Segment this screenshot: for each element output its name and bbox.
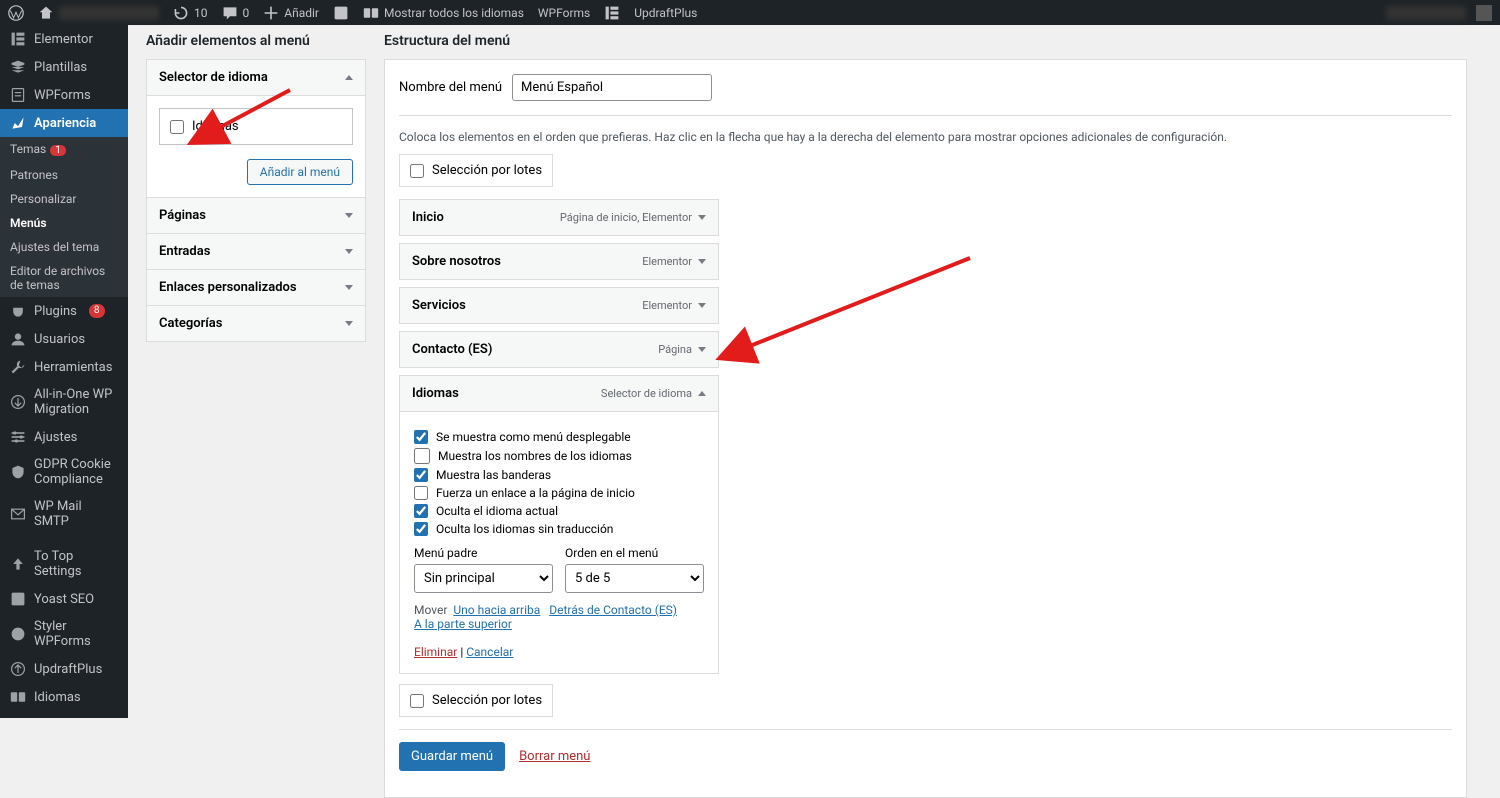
- content-area: Añadir elementos al menú Selector de idi…: [128, 25, 1485, 718]
- chk-show-names[interactable]: Muestra los nombres de los idiomas: [414, 448, 704, 464]
- bulk-checkbox[interactable]: [410, 164, 424, 178]
- orden-label: Orden en el menú: [565, 546, 704, 560]
- nav-plugins[interactable]: Plugins8: [0, 297, 128, 325]
- nav-litespeed[interactable]: LiteSpeed Cache: [0, 711, 128, 718]
- delete-menu-link[interactable]: Borrar menú: [519, 749, 590, 764]
- admin-sidebar: Elementor Plantillas WPForms Apariencia …: [0, 25, 128, 718]
- yoast-bar[interactable]: [333, 5, 349, 21]
- padre-label: Menú padre: [414, 546, 553, 560]
- sub-ajustes-tema[interactable]: Ajustes del tema: [0, 235, 128, 259]
- admin-bar: 10 0 Añadir Mostrar todos los idiomas WP…: [0, 0, 1500, 25]
- chk-dropdown[interactable]: Se muestra como menú desplegable: [414, 430, 704, 444]
- nav-styler[interactable]: Styler WPForms: [0, 613, 128, 655]
- caret-down-icon: [345, 249, 353, 254]
- nav-totop[interactable]: To Top Settings: [0, 543, 128, 585]
- accord-categorias[interactable]: Categorías: [146, 305, 366, 342]
- site-name[interactable]: [38, 5, 159, 21]
- sub-editor-archivos[interactable]: Editor de archivos de temas: [0, 259, 128, 297]
- menu-item-contacto[interactable]: Contacto (ES) Página: [399, 331, 719, 368]
- opt-idiomas-label: Idiomas: [192, 119, 239, 134]
- accord-paginas[interactable]: Páginas: [146, 197, 366, 234]
- updates[interactable]: 10: [173, 5, 208, 21]
- sub-patrones[interactable]: Patrones: [0, 163, 128, 187]
- accord-enlaces[interactable]: Enlaces personalizados: [146, 269, 366, 306]
- padre-select[interactable]: Sin principal: [414, 564, 553, 593]
- nav-herramientas[interactable]: Herramientas: [0, 353, 128, 381]
- caret-down-icon: [345, 321, 353, 326]
- opt-idiomas-checkbox[interactable]: [170, 120, 184, 134]
- caret-down-icon: [698, 303, 706, 308]
- caret-down-icon: [698, 259, 706, 264]
- nav-allinone[interactable]: All-in-One WP Migration: [0, 381, 128, 423]
- sub-menus[interactable]: Menús: [0, 211, 128, 235]
- save-button[interactable]: Guardar menú: [399, 742, 505, 771]
- cancel-item-link[interactable]: Cancelar: [466, 645, 513, 659]
- nav-ajustes[interactable]: Ajustes: [0, 423, 128, 451]
- menu-name-input[interactable]: [512, 74, 712, 101]
- apariencia-submenu: Temas1 Patrones Personalizar Menús Ajust…: [0, 137, 128, 297]
- menu-item-idiomas[interactable]: Idiomas Selector de idioma: [399, 375, 719, 412]
- structure-title: Estructura del menú: [384, 33, 1467, 49]
- bulk-select-top[interactable]: Selección por lotes: [399, 154, 553, 187]
- nav-gdpr[interactable]: GDPR Cookie Compliance: [0, 451, 128, 493]
- menu-name-label: Nombre del menú: [399, 80, 502, 95]
- accord-label: Selector de idioma: [159, 70, 268, 85]
- save-bar: Guardar menú Borrar menú: [399, 729, 1452, 783]
- nav-wpmailsmtp[interactable]: WP Mail SMTP: [0, 493, 128, 535]
- instructions: Coloca los elementos en el orden que pre…: [399, 116, 1452, 154]
- move-row: Mover Uno hacia arriba Detrás de Contact…: [414, 603, 704, 631]
- wp-logo[interactable]: [8, 5, 24, 21]
- opt-idiomas[interactable]: Idiomas: [159, 108, 353, 145]
- chk-hide-untranslated[interactable]: Oculta los idiomas sin traducción: [414, 522, 704, 536]
- updraft-bar[interactable]: UpdraftPlus: [634, 6, 697, 20]
- accord-entradas[interactable]: Entradas: [146, 233, 366, 270]
- chk-force-home[interactable]: Fuerza un enlace a la página de inicio: [414, 486, 704, 500]
- user-greeting[interactable]: [1386, 6, 1466, 20]
- caret-down-icon: [698, 215, 706, 220]
- nav-yoast[interactable]: Yoast SEO: [0, 585, 128, 613]
- add-items-title: Añadir elementos al menú: [146, 33, 366, 49]
- move-top-link[interactable]: A la parte superior: [414, 617, 512, 631]
- move-up-link[interactable]: Uno hacia arriba: [453, 603, 540, 617]
- menu-item-idiomas-panel: Se muestra como menú desplegable Muestra…: [399, 412, 719, 674]
- chk-show-flags[interactable]: Muestra las banderas: [414, 468, 704, 482]
- new[interactable]: Añadir: [263, 5, 319, 21]
- add-to-menu-button[interactable]: Añadir al menú: [247, 159, 353, 185]
- orden-select[interactable]: 5 de 5: [565, 564, 704, 593]
- menu-item-sobre-nosotros[interactable]: Sobre nosotros Elementor: [399, 243, 719, 280]
- menu-items-list: Inicio Página de inicio, Elementor Sobre…: [399, 199, 719, 674]
- remove-item-link[interactable]: Eliminar: [414, 645, 457, 659]
- nav-usuarios[interactable]: Usuarios: [0, 325, 128, 353]
- wpforms-bar[interactable]: WPForms: [538, 6, 590, 20]
- nav-updraft[interactable]: UpdraftPlus: [0, 655, 128, 683]
- comments[interactable]: 0: [222, 5, 250, 21]
- accord-selector-idioma: Selector de idioma Idiomas Añadir al men…: [146, 59, 366, 198]
- caret-up-icon: [345, 75, 353, 80]
- nav-elementor[interactable]: Elementor: [0, 25, 128, 53]
- caret-down-icon: [698, 347, 706, 352]
- elementor-bar[interactable]: [604, 5, 620, 21]
- menu-name-row: Nombre del menú: [399, 60, 1452, 116]
- chk-hide-current[interactable]: Oculta el idioma actual: [414, 504, 704, 518]
- nav-plantillas[interactable]: Plantillas: [0, 53, 128, 81]
- caret-down-icon: [345, 213, 353, 218]
- menu-item-servicios[interactable]: Servicios Elementor: [399, 287, 719, 324]
- langs-bar[interactable]: Mostrar todos los idiomas: [363, 5, 524, 21]
- sub-temas[interactable]: Temas1: [0, 137, 128, 163]
- move-behind-link[interactable]: Detrás de Contacto (ES): [549, 603, 677, 617]
- menu-item-inicio[interactable]: Inicio Página de inicio, Elementor: [399, 199, 719, 236]
- panel-actions: Eliminar | Cancelar: [414, 645, 704, 659]
- bulk-checkbox[interactable]: [410, 694, 424, 708]
- bulk-select-bottom[interactable]: Selección por lotes: [399, 684, 553, 717]
- nav-idiomas[interactable]: Idiomas: [0, 683, 128, 711]
- nav-wpforms[interactable]: WPForms: [0, 81, 128, 109]
- accord-hdr-selector-idioma[interactable]: Selector de idioma: [147, 60, 365, 95]
- sub-personalizar[interactable]: Personalizar: [0, 187, 128, 211]
- caret-up-icon: [698, 391, 706, 396]
- avatar-icon[interactable]: [1476, 5, 1492, 21]
- nav-apariencia[interactable]: Apariencia: [0, 109, 128, 137]
- caret-down-icon: [345, 285, 353, 290]
